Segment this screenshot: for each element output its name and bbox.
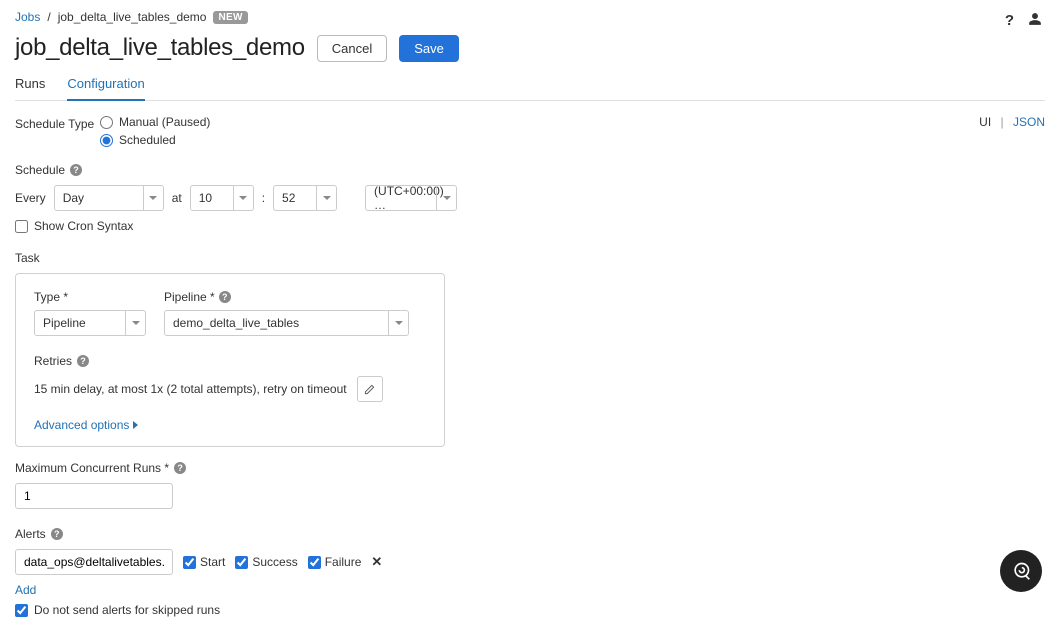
help-icon[interactable]: ? <box>174 462 186 474</box>
select-pipeline-value: demo_delta_live_tables <box>173 316 299 330</box>
help-icon[interactable]: ? <box>51 528 63 540</box>
chevron-down-icon <box>443 196 451 200</box>
alert-start-checkbox[interactable] <box>183 556 196 569</box>
retries-label: Retries <box>34 354 72 368</box>
chevron-down-icon <box>132 321 140 325</box>
alert-success-checkbox[interactable] <box>235 556 248 569</box>
at-label: at <box>172 191 182 205</box>
select-minute[interactable]: 52 <box>273 185 337 211</box>
retries-text: 15 min delay, at most 1x (2 total attemp… <box>34 382 347 396</box>
schedule-label: Schedule <box>15 163 65 177</box>
save-button[interactable]: Save <box>399 35 459 62</box>
radio-manual-label: Manual (Paused) <box>119 115 210 129</box>
breadcrumb-current: job_delta_live_tables_demo <box>58 10 207 24</box>
breadcrumb: Jobs / job_delta_live_tables_demo NEW <box>15 10 1045 24</box>
help-icon[interactable]: ? <box>77 355 89 367</box>
alert-start-label: Start <box>200 555 225 569</box>
support-chat-button[interactable] <box>1000 550 1042 592</box>
select-hour-value: 10 <box>199 191 212 205</box>
radio-scheduled[interactable] <box>100 134 113 147</box>
show-cron-label: Show Cron Syntax <box>34 219 133 233</box>
help-icon[interactable]: ? <box>70 164 82 176</box>
advanced-options-label: Advanced options <box>34 418 129 432</box>
view-ui[interactable]: UI <box>979 115 991 129</box>
view-toggle: UI | JSON <box>979 115 1045 129</box>
schedule-type-label: Schedule Type <box>15 115 100 131</box>
every-label: Every <box>15 191 46 205</box>
help-icon[interactable]: ? <box>219 291 231 303</box>
breadcrumb-separator: / <box>47 10 50 24</box>
page-title: job_delta_live_tables_demo <box>15 34 305 62</box>
select-frequency-value: Day <box>63 191 84 205</box>
select-frequency[interactable]: Day <box>54 185 164 211</box>
select-timezone[interactable]: (UTC+00:00) … <box>365 185 457 211</box>
chevron-down-icon <box>395 321 403 325</box>
view-json[interactable]: JSON <box>1013 115 1045 129</box>
select-task-type[interactable]: Pipeline <box>34 310 146 336</box>
select-minute-value: 52 <box>282 191 295 205</box>
add-alert-link[interactable]: Add <box>15 583 36 597</box>
new-badge: NEW <box>213 11 247 24</box>
chevron-down-icon <box>149 196 157 200</box>
cancel-button[interactable]: Cancel <box>317 35 387 62</box>
skip-alerts-checkbox[interactable] <box>15 604 28 617</box>
chevron-down-icon <box>323 196 331 200</box>
alerts-label: Alerts <box>15 527 46 541</box>
breadcrumb-root[interactable]: Jobs <box>15 10 40 24</box>
tab-runs[interactable]: Runs <box>15 76 45 100</box>
select-task-type-value: Pipeline <box>43 316 86 330</box>
select-hour[interactable]: 10 <box>190 185 254 211</box>
select-pipeline[interactable]: demo_delta_live_tables <box>164 310 409 336</box>
show-cron-checkbox[interactable] <box>15 220 28 233</box>
remove-alert-button[interactable]: ✕ <box>371 554 382 570</box>
max-runs-label: Maximum Concurrent Runs * <box>15 461 169 475</box>
alert-success-label: Success <box>252 555 297 569</box>
radio-manual[interactable] <box>100 116 113 129</box>
type-label: Type * <box>34 290 68 304</box>
colon: : <box>262 191 265 205</box>
alert-failure-checkbox[interactable] <box>308 556 321 569</box>
skip-alerts-label: Do not send alerts for skipped runs <box>34 603 220 617</box>
alert-email-input[interactable] <box>15 549 173 575</box>
pipeline-label: Pipeline * <box>164 290 215 304</box>
advanced-options-link[interactable]: Advanced options <box>34 418 426 432</box>
task-box: Type * Pipeline Pipeline * ? demo_delta_… <box>15 273 445 447</box>
chevron-down-icon <box>239 196 247 200</box>
tab-configuration[interactable]: Configuration <box>67 76 144 101</box>
task-label: Task <box>15 251 40 265</box>
max-runs-input[interactable] <box>15 483 173 509</box>
help-icon[interactable]: ? <box>1005 12 1014 30</box>
user-icon[interactable] <box>1028 12 1042 30</box>
edit-retries-button[interactable] <box>357 376 383 402</box>
alert-failure-label: Failure <box>325 555 362 569</box>
radio-scheduled-label: Scheduled <box>119 133 176 147</box>
chevron-right-icon <box>133 421 138 429</box>
